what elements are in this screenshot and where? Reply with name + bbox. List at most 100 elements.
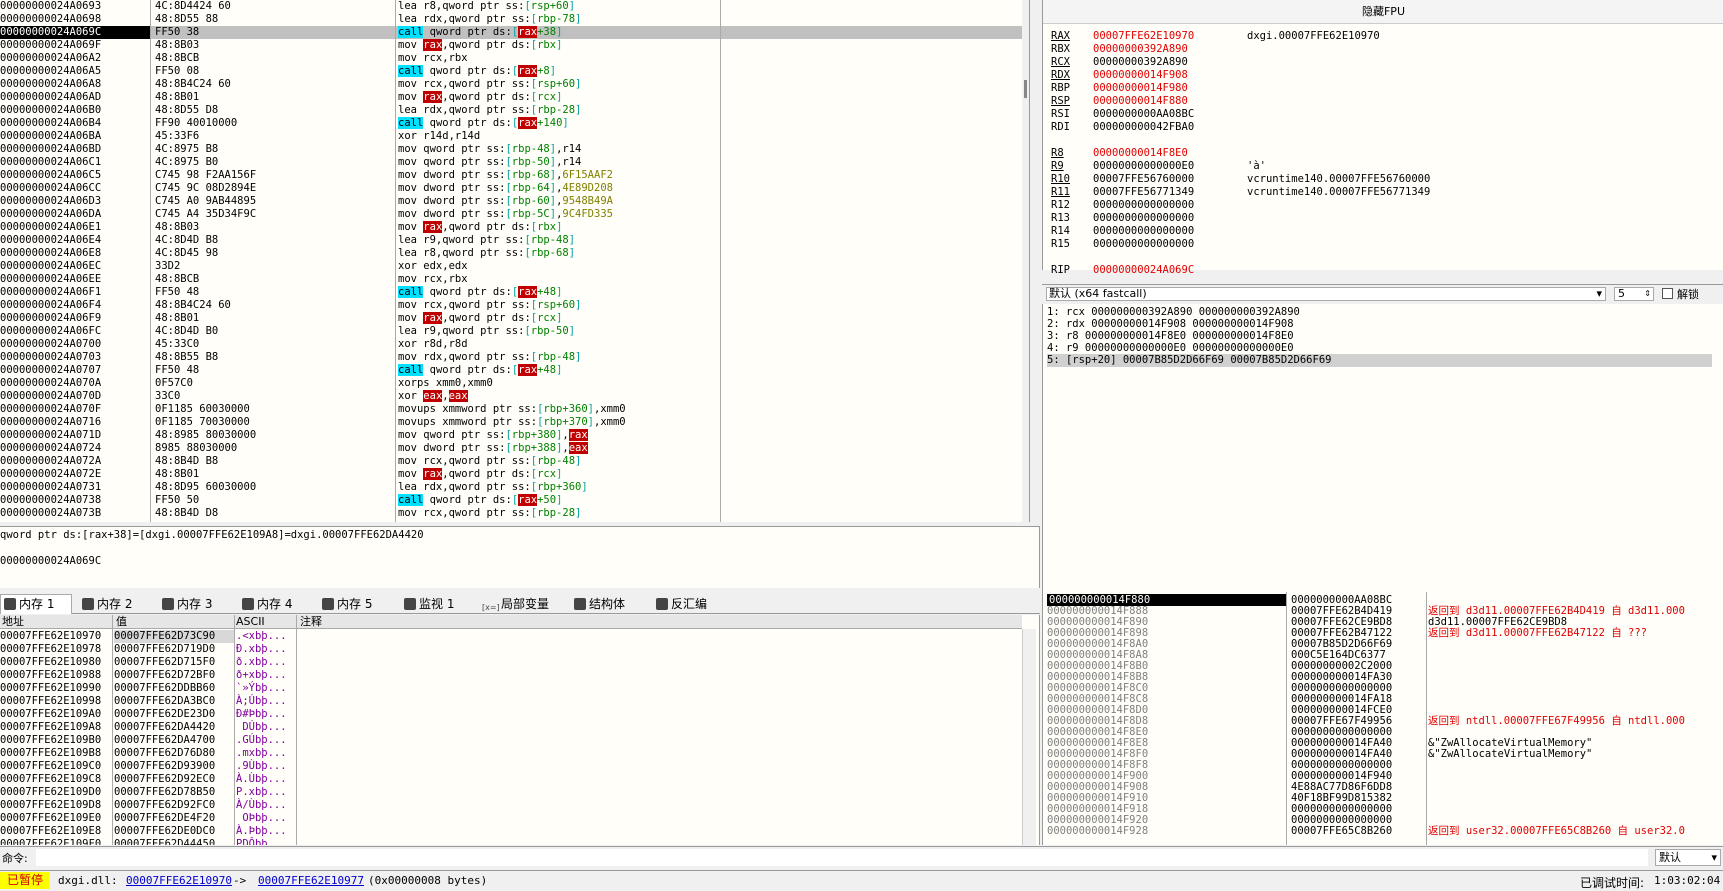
dump-header-addr[interactable]: 地址 bbox=[2, 615, 24, 629]
disasm-row[interactable]: 00000000024A0738 FF50 50 call qword ptr ds… bbox=[0, 494, 1022, 507]
register-row-r8[interactable]: R8 00000000014F8E0 bbox=[1051, 147, 1243, 160]
disasm-scrollbar[interactable] bbox=[1022, 0, 1029, 522]
disasm-row[interactable]: 00000000024A069C FF50 38 call qword ptr ds… bbox=[0, 26, 1022, 39]
dump-row[interactable]: 00007FFE62E109C0 00007FFE62D93900 .9Ùbþ... bbox=[0, 760, 1022, 773]
tab-4[interactable]: 内存 4 bbox=[238, 594, 312, 614]
command-mode-select[interactable]: 默认 ▾ bbox=[1655, 849, 1721, 866]
disasm-row[interactable]: 00000000024A06BA 45:33F6 xor r14d,r14d bbox=[0, 130, 1022, 143]
dump-row[interactable]: 00007FFE62E109E8 00007FFE62DE0DC0 À.Þbþ... bbox=[0, 825, 1022, 838]
stack-view[interactable]: 000000000014F880 0000000000AA08BC 00000000… bbox=[1042, 592, 1723, 845]
register-row-rsi[interactable]: RSI 0000000000AA08BC bbox=[1051, 108, 1243, 121]
disassembly-view[interactable]: 00000000024A0693 4C:8D4424 60 lea r8,qword… bbox=[0, 0, 1030, 522]
registers-view[interactable]: 隐藏FPU RAX 00007FFE62E10970 dxgi.00007FFE62… bbox=[1042, 0, 1723, 276]
disasm-row[interactable]: 00000000024A06AD 48:8B01 mov rax,qword ptr… bbox=[0, 91, 1022, 104]
register-row-rbx[interactable]: RBX 00000000392A890 bbox=[1051, 43, 1243, 56]
dump-scrollbar[interactable] bbox=[1022, 629, 1036, 845]
hide-fpu-button[interactable]: 隐藏FPU bbox=[1043, 0, 1723, 24]
disasm-row[interactable]: 00000000024A072E 48:8B01 mov rax,qword ptr… bbox=[0, 468, 1022, 481]
disasm-row[interactable]: 00000000024A0724 8985 88030000 mov dword p… bbox=[0, 442, 1022, 455]
dump-row[interactable]: 00007FFE62E10990 00007FFE62DDBB60 `»Ýbþ... bbox=[0, 682, 1022, 695]
disasm-row[interactable]: 00000000024A06A2 48:8BCB mov rcx,rbx bbox=[0, 52, 1022, 65]
dump-header-ascii[interactable]: ASCII bbox=[236, 615, 265, 629]
register-row-rbp[interactable]: RBP 00000000014F980 bbox=[1051, 82, 1243, 95]
disasm-row[interactable]: 00000000024A06CC C745 9C 08D2894E mov dwor… bbox=[0, 182, 1022, 195]
tab-1[interactable]: 内存 1 bbox=[0, 594, 72, 614]
register-row-r13[interactable]: R13 0000000000000000 bbox=[1051, 212, 1243, 225]
tab-5[interactable]: 内存 5 bbox=[318, 594, 394, 614]
status-addr-to-link[interactable]: 00007FFE62E10977 bbox=[258, 874, 364, 887]
dump-row[interactable]: 00007FFE62E10980 00007FFE62D715F0 ð.xbþ... bbox=[0, 656, 1022, 669]
disasm-row[interactable]: 00000000024A070F 0F1185 60030000 movups xm… bbox=[0, 403, 1022, 416]
register-row-rip[interactable]: RIP 00000000024A069C bbox=[1051, 264, 1243, 277]
register-row-r10[interactable]: R10 00007FFE56760000 vcruntime140.00007FFE… bbox=[1051, 173, 1430, 186]
dump-row[interactable]: 00007FFE62E109F0 00007FFE62D44450 PDÔbþ... bbox=[0, 838, 1022, 845]
register-row-r11[interactable]: R11 00007FFE56771349 vcruntime140.00007FFE… bbox=[1051, 186, 1430, 199]
dump-row[interactable]: 00007FFE62E10988 00007FFE62D72BF0 ð+xbþ... bbox=[0, 669, 1022, 682]
register-row-rsp[interactable]: RSP 00000000014F880 bbox=[1051, 95, 1243, 108]
memory-dump-view[interactable]: 地址 值 ASCII 注释 00007FFE62E10970 00007FFE62… bbox=[0, 615, 1040, 845]
disasm-row[interactable]: 00000000024A06A8 48:8B4C24 60 mov rcx,qwor… bbox=[0, 78, 1022, 91]
disasm-row[interactable]: 00000000024A0731 48:8D95 60030000 lea rdx,… bbox=[0, 481, 1022, 494]
disasm-row[interactable]: 00000000024A06E8 4C:8D45 98 lea r8,qword p… bbox=[0, 247, 1022, 260]
dump-row[interactable]: 00007FFE62E10998 00007FFE62DA3BC0 À;Úbþ... bbox=[0, 695, 1022, 708]
disasm-row[interactable]: 00000000024A06A5 FF50 08 call qword ptr ds… bbox=[0, 65, 1022, 78]
disasm-row[interactable]: 00000000024A06F4 48:8B4C24 60 mov rcx,qwor… bbox=[0, 299, 1022, 312]
disasm-row[interactable]: 00000000024A06BD 4C:8975 B8 mov qword ptr … bbox=[0, 143, 1022, 156]
disasm-row[interactable]: 00000000024A06EC 33D2 xor edx,edx bbox=[0, 260, 1022, 273]
disasm-row[interactable]: 00000000024A070D 33C0 xor eax,eax bbox=[0, 390, 1022, 403]
stack-row[interactable]: 000000000014F928 00007FFE65C8B260 返回到 user… bbox=[1043, 825, 1723, 837]
disasm-row[interactable]: 00000000024A073B 48:8B4D D8 mov rcx,qword … bbox=[0, 507, 1022, 520]
dump-row[interactable]: 00007FFE62E109B8 00007FFE62D76D80 .mxbþ... bbox=[0, 747, 1022, 760]
dump-row[interactable]: 00007FFE62E109B0 00007FFE62DA4700 .GÚbþ... bbox=[0, 734, 1022, 747]
disasm-row[interactable]: 00000000024A06B4 FF90 40010000 call qword … bbox=[0, 117, 1022, 130]
dump-row[interactable]: 00007FFE62E109A0 00007FFE62DE23D0 Ð#Þbþ... bbox=[0, 708, 1022, 721]
dump-row[interactable]: 00007FFE62E109D8 00007FFE62D92FC0 À/Ùbþ... bbox=[0, 799, 1022, 812]
disasm-row[interactable]: 00000000024A06C5 C745 98 F2AA156F mov dwor… bbox=[0, 169, 1022, 182]
tab-9[interactable]: 反汇编 bbox=[652, 594, 732, 614]
tab-3[interactable]: 内存 3 bbox=[158, 594, 232, 614]
dump-header-value[interactable]: 值 bbox=[116, 615, 127, 629]
register-row-r9[interactable]: R9 00000000000000E0 'à' bbox=[1051, 160, 1266, 173]
arguments-view[interactable]: 1: rcx 000000000392A890 000000000392A890… bbox=[1042, 304, 1723, 592]
command-input[interactable] bbox=[36, 849, 1648, 866]
disasm-row[interactable]: 00000000024A0700 45:33C0 xor r8d,r8d bbox=[0, 338, 1022, 351]
disasm-row[interactable]: 00000000024A06E4 4C:8D4D B8 lea r9,qword p… bbox=[0, 234, 1022, 247]
register-row-r15[interactable]: R15 0000000000000000 bbox=[1051, 238, 1243, 251]
disasm-row[interactable]: 00000000024A0693 4C:8D4424 60 lea r8,qword… bbox=[0, 0, 1022, 13]
disasm-row[interactable]: 00000000024A06F9 48:8B01 mov rax,qword ptr… bbox=[0, 312, 1022, 325]
disasm-row[interactable]: 00000000024A069F 48:8B03 mov rax,qword ptr… bbox=[0, 39, 1022, 52]
disasm-row[interactable]: 00000000024A070A 0F57C0 xorps xmm0,xmm0 bbox=[0, 377, 1022, 390]
dump-row[interactable]: 00007FFE62E109A8 00007FFE62DA4420 DÚbþ... bbox=[0, 721, 1022, 734]
tab-8[interactable]: 结构体 bbox=[570, 594, 646, 614]
disasm-row[interactable]: 00000000024A06F1 FF50 48 call qword ptr ds… bbox=[0, 286, 1022, 299]
dump-row[interactable]: 00007FFE62E109E0 00007FFE62DE4F20 OÞbþ... bbox=[0, 812, 1022, 825]
register-row-rax[interactable]: RAX 00007FFE62E10970 dxgi.00007FFE62E10970 bbox=[1051, 30, 1380, 43]
dump-row[interactable]: 00007FFE62E109D0 00007FFE62D78B50 P.xbþ... bbox=[0, 786, 1022, 799]
arg-count-stepper[interactable]: 5 ⇕ bbox=[1614, 287, 1654, 301]
disasm-row[interactable]: 00000000024A0707 FF50 48 call qword ptr ds… bbox=[0, 364, 1022, 377]
status-addr-from-link[interactable]: 00007FFE62E10970 bbox=[126, 874, 232, 887]
disasm-row[interactable]: 00000000024A071D 48:8985 80030000 mov qwor… bbox=[0, 429, 1022, 442]
register-row-rcx[interactable]: RCX 00000000392A890 bbox=[1051, 56, 1243, 69]
register-row-rdi[interactable]: RDI 000000000042FBA0 bbox=[1051, 121, 1243, 134]
disasm-row[interactable]: 00000000024A06E1 48:8B03 mov rax,qword ptr… bbox=[0, 221, 1022, 234]
dump-header-comment[interactable]: 注释 bbox=[300, 615, 322, 629]
register-row-rdx[interactable]: RDX 00000000014F908 bbox=[1051, 69, 1243, 82]
disasm-row[interactable]: 00000000024A06FC 4C:8D4D B0 lea r9,qword p… bbox=[0, 325, 1022, 338]
dump-row[interactable]: 00007FFE62E10978 00007FFE62D719D0 Ð.xbþ... bbox=[0, 643, 1022, 656]
unlock-checkbox[interactable] bbox=[1662, 288, 1673, 299]
tab-6[interactable]: 监视 1 bbox=[400, 594, 472, 614]
disasm-row[interactable]: 00000000024A06EE 48:8BCB mov rcx,rbx bbox=[0, 273, 1022, 286]
argument-row[interactable]: 5: [rsp+20] 00007B85D2D66F69 00007B85D2D… bbox=[1047, 354, 1712, 367]
register-row-r14[interactable]: R14 0000000000000000 bbox=[1051, 225, 1243, 238]
dump-row[interactable]: 00007FFE62E109C8 00007FFE62D92EC0 À.Ùbþ... bbox=[0, 773, 1022, 786]
callconv-select[interactable]: 默认 (x64 fastcall) ▾ bbox=[1046, 287, 1606, 301]
disasm-row[interactable]: 00000000024A06C1 4C:8975 B0 mov qword ptr … bbox=[0, 156, 1022, 169]
disasm-row[interactable]: 00000000024A06DA C745 A4 35D34F9C mov dwor… bbox=[0, 208, 1022, 221]
disasm-row[interactable]: 00000000024A06B0 48:8D55 D8 lea rdx,qword … bbox=[0, 104, 1022, 117]
scrollbar-thumb[interactable] bbox=[1024, 80, 1027, 98]
register-row-r12[interactable]: R12 0000000000000000 bbox=[1051, 199, 1243, 212]
disasm-row[interactable]: 00000000024A072A 48:8B4D B8 mov rcx,qword … bbox=[0, 455, 1022, 468]
disasm-row[interactable]: 00000000024A0716 0F1185 70030000 movups xm… bbox=[0, 416, 1022, 429]
dump-row[interactable]: 00007FFE62E10970 00007FFE62D73C90 .<xbþ... bbox=[0, 630, 1022, 643]
